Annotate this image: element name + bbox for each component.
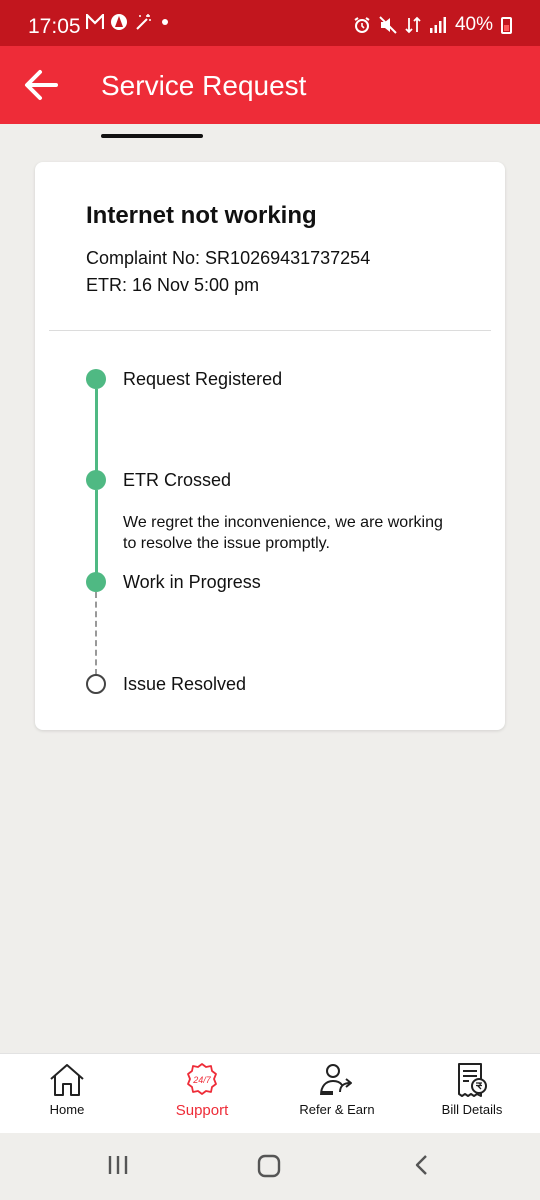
battery-percent: 40% [454,14,493,35]
divider [49,330,491,331]
timeline-dot-pending [86,674,106,694]
timeline-dot-done [86,470,106,490]
home-icon [50,1064,84,1096]
signal-icon [429,17,446,33]
app-bar: Service Request [0,46,540,124]
service-request-card: Internet not working Complaint No: SR102… [35,162,505,730]
alarm-icon [354,17,370,33]
nav-label: Support [175,1102,229,1119]
timeline-connector [95,389,98,471]
page-title: Service Request [101,70,307,101]
app-notification-icon [111,14,127,30]
nav-label: Bill Details [441,1102,503,1117]
tab-indicator [101,134,203,138]
timeline-step-label: Work in Progress [123,572,261,592]
nav-item-support[interactable]: 24/7 Support [142,1062,262,1119]
home-nav-icon[interactable] [256,1153,282,1179]
data-transfer-icon [405,16,421,34]
dot-icon [162,19,168,25]
bill-icon [458,1063,487,1097]
request-title: Internet not working [86,202,317,229]
refer-icon [320,1064,352,1096]
timeline-step-label: ETR Crossed [123,470,232,490]
nav-item-home[interactable]: Home [7,1062,127,1117]
back-arrow-icon[interactable] [20,64,62,106]
timeline-dot-done [86,572,106,592]
status-system-icons: 40% [353,14,512,36]
complaint-number: Complaint No: SR10269431737254 [86,248,371,268]
system-nav-bar [0,1133,540,1200]
recent-apps-icon[interactable] [106,1153,130,1177]
etr-time: ETR: 16 Nov 5:00 pm [86,275,260,295]
support-247-icon: 24/7 [187,1063,217,1095]
support-badge-text: 24/7 [192,1075,212,1085]
mute-icon [379,16,397,34]
status-bar: 17:05 40% [0,0,540,46]
nav-item-refer-earn[interactable]: Refer & Earn [277,1062,397,1117]
timeline-dot-done [86,369,106,389]
timeline-step-label: Issue Resolved [123,674,247,694]
timeline-connector [95,490,98,573]
timeline-step-label: Request Registered [123,369,283,389]
bottom-nav: Home 24/7 Support Refer & Earn Bill Deta… [0,1053,540,1133]
nav-label: Refer & Earn [299,1102,375,1117]
status-notification-icons [86,13,172,31]
battery-icon [501,16,512,34]
mail-icon [86,14,104,29]
back-nav-icon[interactable] [410,1153,434,1177]
nav-label: Home [49,1102,85,1117]
timeline-connector-pending [95,592,97,675]
status-time: 17:05 [28,15,81,38]
nav-item-bill-details[interactable]: Bill Details [412,1062,532,1117]
timeline-step-description: We regret the inconvenience, we are work… [123,514,443,552]
magic-wand-icon [136,14,151,30]
